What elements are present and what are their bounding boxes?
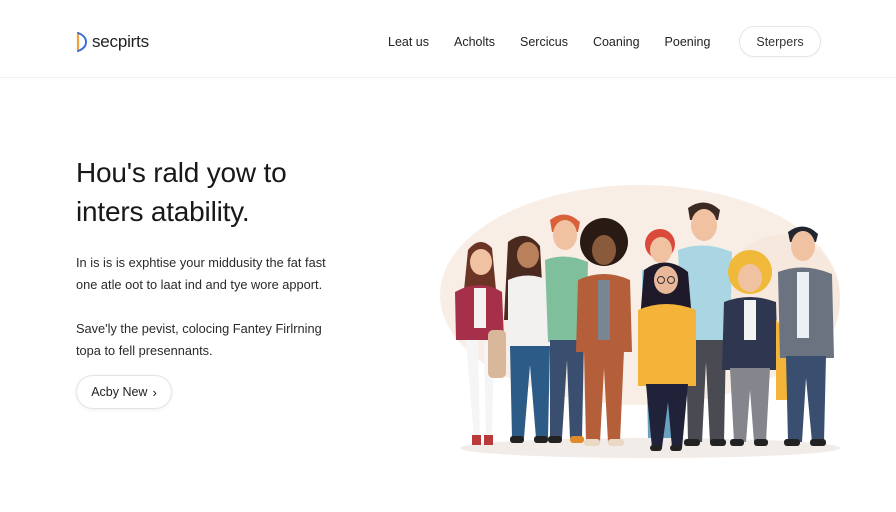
hero-paragraph-2: Save'ly the pevist, colocing Fantey Firl… <box>76 318 396 362</box>
site-header: secpirts Leat us Acholts Sercicus Coanin… <box>0 0 896 78</box>
hero-title: Hou's rald yow to inters atability. <box>76 153 406 231</box>
person-4 <box>576 218 632 446</box>
hero-cta-button[interactable]: Acby New › <box>76 375 172 409</box>
logo-icon <box>76 31 87 53</box>
hero-title-line: Hou's rald yow to <box>76 157 287 188</box>
logo[interactable]: secpirts <box>76 31 149 53</box>
people-illustration <box>440 185 840 458</box>
nav-item-1[interactable]: Leat us <box>388 35 429 49</box>
nav-item-3[interactable]: Sercicus <box>520 35 568 49</box>
main-nav: Leat us Acholts Sercicus Coaning Poening <box>388 35 735 49</box>
nav-item-5[interactable]: Poening <box>665 35 711 49</box>
paragraph-line: one atle oot to laat ind and tye wore ap… <box>76 277 323 292</box>
logo-text: secpirts <box>92 32 149 51</box>
hero-paragraph-1: In is is is exphtise your middusity the … <box>76 252 396 296</box>
paragraph-line: In is is is exphtise your middusity the … <box>76 255 326 270</box>
hero-title-line: inters atability. <box>76 196 250 227</box>
header-cta-button[interactable]: Sterpers <box>739 26 821 57</box>
cta-label: Acby New <box>91 385 148 399</box>
paragraph-line: Save'ly the pevist, colocing Fantey Firl… <box>76 321 322 336</box>
paragraph-line: topa to fell presennants. <box>76 343 213 358</box>
nav-item-4[interactable]: Coaning <box>593 35 640 49</box>
nav-item-2[interactable]: Acholts <box>454 35 495 49</box>
chevron-right-icon: › <box>152 384 157 400</box>
